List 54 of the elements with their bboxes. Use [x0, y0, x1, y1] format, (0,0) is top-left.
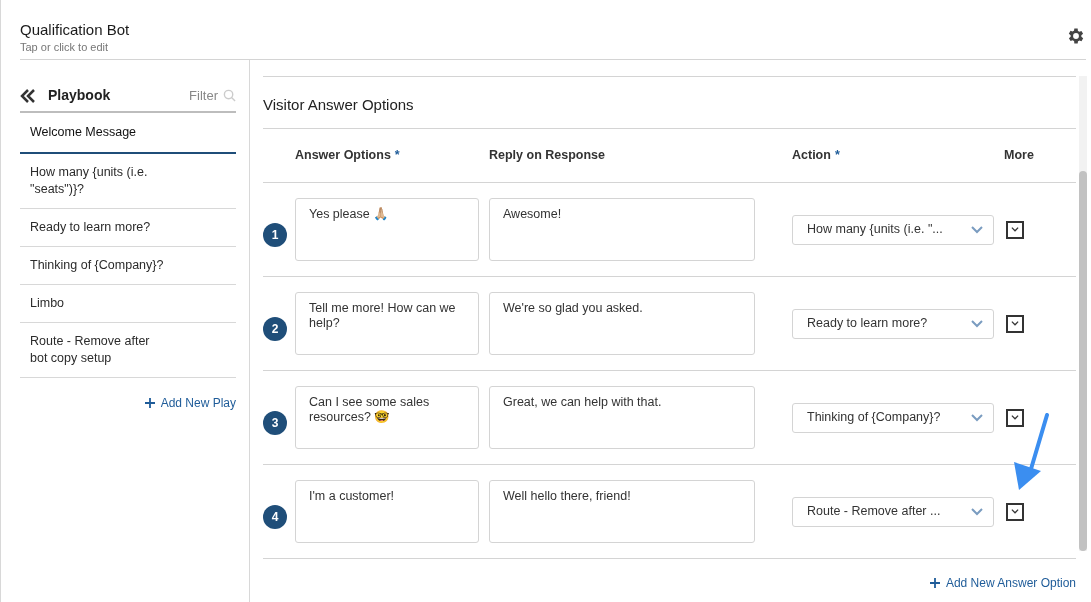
more-dropdown-button[interactable]: [1006, 408, 1024, 427]
required-mark: *: [834, 148, 840, 163]
answer-field[interactable]: Tell me more! How can we help?: [295, 292, 479, 355]
reply-field[interactable]: Awesome!: [489, 198, 755, 261]
section-title: Visitor Answer Options: [263, 94, 414, 115]
playbook-item[interactable]: Welcome Message: [20, 113, 236, 154]
collapse-icon[interactable]: [20, 88, 36, 103]
column-header: Action: [792, 148, 831, 163]
chevron-icon: [1011, 321, 1019, 326]
playbook-item[interactable]: Limbo: [20, 285, 236, 323]
playbook-item[interactable]: Route - Remove after bot copy setup: [20, 323, 236, 378]
answer-field[interactable]: Yes please 🙏🏼: [295, 198, 479, 261]
edit-hint: Tap or click to edit: [20, 40, 110, 55]
column-header: More: [1004, 148, 1034, 163]
column-header: Answer Options: [295, 148, 391, 163]
required-mark: *: [394, 148, 400, 163]
scrollbar[interactable]: [1079, 76, 1087, 551]
action-dropdown[interactable]: Ready to learn more?: [792, 308, 994, 339]
playbook-item[interactable]: Ready to learn more?: [20, 209, 236, 247]
filter-field[interactable]: Filter: [189, 85, 236, 106]
scrollbar-thumb[interactable]: [1079, 171, 1087, 551]
answer-field[interactable]: Can I see some sales resources? 🤓: [295, 386, 479, 449]
chevron-icon: [1011, 509, 1019, 514]
chevron-icon: [971, 507, 983, 516]
more-dropdown-button[interactable]: [1006, 220, 1024, 239]
action-dropdown[interactable]: How many {units (i.e. "...: [792, 214, 994, 245]
add-answer-option-button[interactable]: Add New Answer Option: [929, 574, 1076, 592]
row-number: 1: [263, 222, 287, 247]
row-number: 3: [263, 410, 287, 435]
chevron-icon: [971, 225, 983, 234]
row-number: 2: [263, 316, 287, 341]
playbook-item[interactable]: How many {units (i.e. "seats")}?: [20, 154, 236, 209]
add-play-button[interactable]: Add New Play: [144, 394, 236, 412]
chevron-icon: [971, 413, 983, 422]
chevron-icon: [971, 319, 983, 328]
reply-field[interactable]: Well hello there, friend!: [489, 480, 755, 543]
settings-icon[interactable]: [1066, 26, 1086, 46]
reply-field[interactable]: We're so glad you asked.: [489, 292, 755, 355]
more-dropdown-button[interactable]: [1006, 502, 1024, 521]
search-icon: [223, 89, 236, 102]
chevron-icon: [1011, 227, 1019, 232]
row-number: 4: [263, 504, 287, 529]
reply-field[interactable]: Great, we can help with that.: [489, 386, 755, 449]
more-dropdown-button[interactable]: [1006, 314, 1024, 333]
chevron-icon: [1011, 415, 1019, 420]
playbook-title: Playbook: [48, 86, 111, 105]
bot-title[interactable]: Qualification Bot: [20, 21, 130, 39]
answer-field[interactable]: I'm a customer!: [295, 480, 479, 543]
action-dropdown[interactable]: Route - Remove after ...: [792, 496, 994, 527]
plus-icon: [144, 398, 155, 408]
column-header: Reply on Response: [489, 148, 605, 163]
plus-icon: [929, 578, 940, 588]
playbook-item[interactable]: Thinking of {Company}?: [20, 247, 236, 285]
action-dropdown[interactable]: Thinking of {Company}?: [792, 402, 994, 433]
